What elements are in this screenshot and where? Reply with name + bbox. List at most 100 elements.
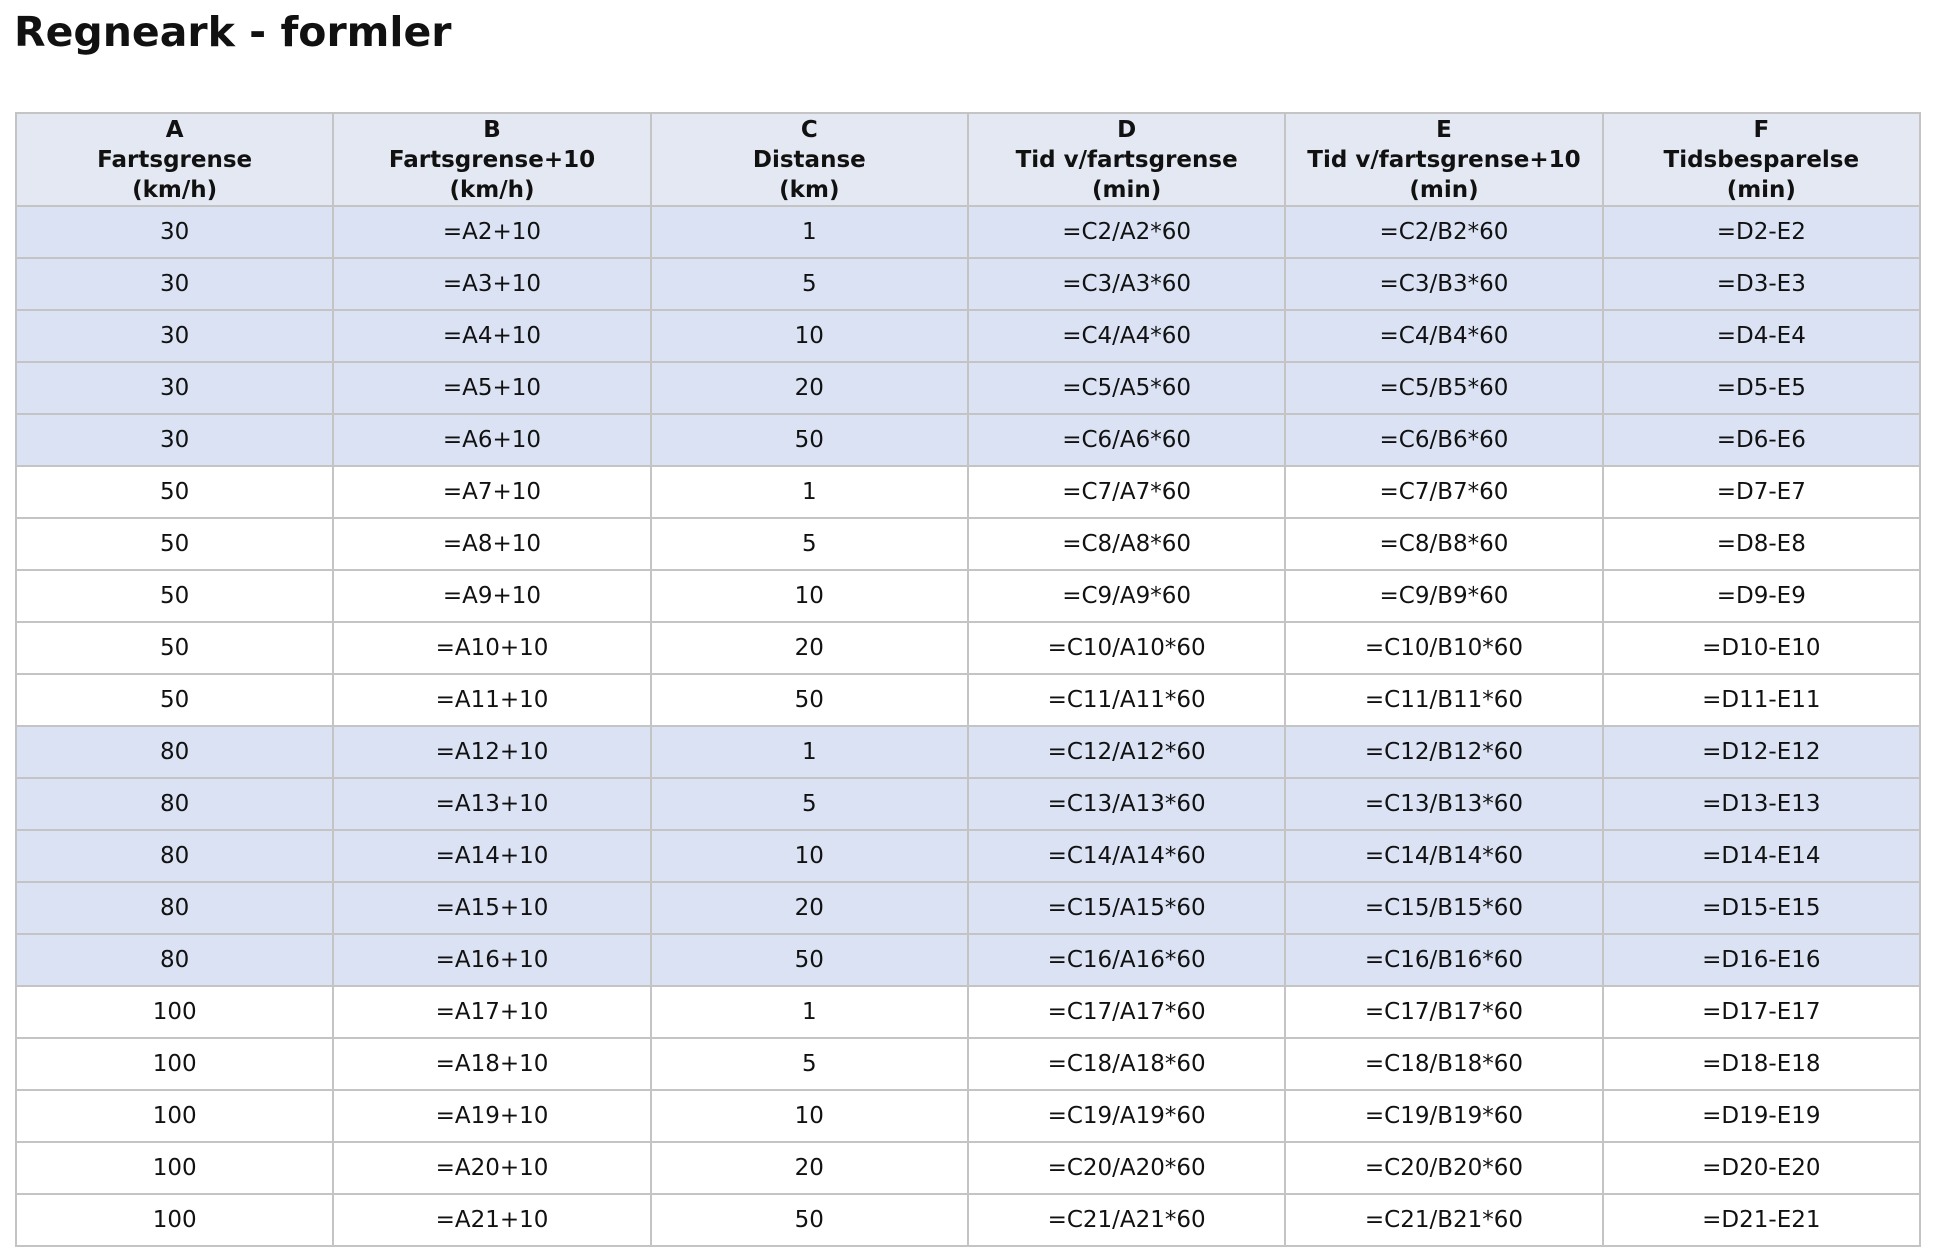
cell-e[interactable]: =C14/B14*60	[1284, 829, 1604, 883]
cell-d[interactable]: =C14/A14*60	[966, 829, 1287, 883]
cell-b[interactable]: =A18+10	[332, 1037, 652, 1091]
cell-b[interactable]: =A3+10	[332, 257, 652, 311]
cell-d[interactable]: =C6/A6*60	[966, 413, 1287, 467]
cell-f[interactable]: =D21-E21	[1601, 1193, 1922, 1247]
cell-b[interactable]: =A11+10	[332, 673, 652, 727]
cell-d[interactable]: =C2/A2*60	[966, 205, 1287, 259]
cell-f[interactable]: =D12-E12	[1601, 725, 1922, 779]
cell-e[interactable]: =C21/B21*60	[1284, 1193, 1604, 1247]
cell-a[interactable]: 80	[14, 933, 335, 987]
cell-b[interactable]: =A12+10	[332, 725, 652, 779]
cell-c[interactable]: 1	[649, 205, 969, 259]
cell-c[interactable]: 1	[649, 465, 969, 519]
cell-c[interactable]: 1	[649, 725, 969, 779]
cell-c[interactable]: 10	[649, 569, 969, 623]
cell-b[interactable]: =A20+10	[332, 1141, 652, 1195]
cell-a[interactable]: 80	[14, 881, 335, 935]
cell-e[interactable]: =C11/B11*60	[1284, 673, 1604, 727]
cell-c[interactable]: 50	[649, 413, 969, 467]
cell-b[interactable]: =A2+10	[332, 205, 652, 259]
cell-a[interactable]: 80	[14, 777, 335, 831]
cell-e[interactable]: =C20/B20*60	[1284, 1141, 1604, 1195]
cell-a[interactable]: 100	[14, 985, 335, 1039]
column-header-a[interactable]: A Fartsgrense (km/h)	[14, 112, 335, 207]
cell-b[interactable]: =A16+10	[332, 933, 652, 987]
cell-c[interactable]: 5	[649, 257, 969, 311]
cell-f[interactable]: =D6-E6	[1601, 413, 1922, 467]
cell-f[interactable]: =D16-E16	[1601, 933, 1922, 987]
cell-e[interactable]: =C18/B18*60	[1284, 1037, 1604, 1091]
cell-e[interactable]: =C17/B17*60	[1284, 985, 1604, 1039]
cell-b[interactable]: =A9+10	[332, 569, 652, 623]
cell-a[interactable]: 50	[14, 465, 335, 519]
cell-f[interactable]: =D18-E18	[1601, 1037, 1922, 1091]
cell-f[interactable]: =D8-E8	[1601, 517, 1922, 571]
cell-c[interactable]: 10	[649, 829, 969, 883]
cell-d[interactable]: =C3/A3*60	[966, 257, 1287, 311]
cell-a[interactable]: 100	[14, 1193, 335, 1247]
cell-d[interactable]: =C9/A9*60	[966, 569, 1287, 623]
cell-e[interactable]: =C6/B6*60	[1284, 413, 1604, 467]
cell-a[interactable]: 100	[14, 1089, 335, 1143]
cell-b[interactable]: =A5+10	[332, 361, 652, 415]
cell-d[interactable]: =C4/A4*60	[966, 309, 1287, 363]
cell-c[interactable]: 10	[649, 309, 969, 363]
cell-c[interactable]: 20	[649, 881, 969, 935]
cell-b[interactable]: =A10+10	[332, 621, 652, 675]
cell-f[interactable]: =D13-E13	[1601, 777, 1922, 831]
cell-f[interactable]: =D2-E2	[1601, 205, 1922, 259]
column-header-e[interactable]: E Tid v/fartsgrense+10 (min)	[1284, 112, 1604, 207]
cell-b[interactable]: =A6+10	[332, 413, 652, 467]
cell-c[interactable]: 50	[649, 933, 969, 987]
cell-e[interactable]: =C15/B15*60	[1284, 881, 1604, 935]
cell-f[interactable]: =D11-E11	[1601, 673, 1922, 727]
cell-c[interactable]: 50	[649, 673, 969, 727]
cell-f[interactable]: =D9-E9	[1601, 569, 1922, 623]
cell-d[interactable]: =C5/A5*60	[966, 361, 1287, 415]
cell-d[interactable]: =C17/A17*60	[966, 985, 1287, 1039]
cell-e[interactable]: =C3/B3*60	[1284, 257, 1604, 311]
cell-f[interactable]: =D3-E3	[1601, 257, 1922, 311]
cell-f[interactable]: =D5-E5	[1601, 361, 1922, 415]
cell-e[interactable]: =C8/B8*60	[1284, 517, 1604, 571]
cell-a[interactable]: 50	[14, 621, 335, 675]
cell-d[interactable]: =C21/A21*60	[966, 1193, 1287, 1247]
column-header-b[interactable]: B Fartsgrense+10 (km/h)	[332, 112, 652, 207]
cell-a[interactable]: 80	[14, 829, 335, 883]
cell-a[interactable]: 50	[14, 517, 335, 571]
cell-f[interactable]: =D4-E4	[1601, 309, 1922, 363]
cell-b[interactable]: =A19+10	[332, 1089, 652, 1143]
cell-d[interactable]: =C20/A20*60	[966, 1141, 1287, 1195]
cell-e[interactable]: =C5/B5*60	[1284, 361, 1604, 415]
cell-a[interactable]: 50	[14, 569, 335, 623]
cell-d[interactable]: =C10/A10*60	[966, 621, 1287, 675]
cell-b[interactable]: =A14+10	[332, 829, 652, 883]
cell-d[interactable]: =C16/A16*60	[966, 933, 1287, 987]
cell-d[interactable]: =C7/A7*60	[966, 465, 1287, 519]
cell-d[interactable]: =C11/A11*60	[966, 673, 1287, 727]
cell-d[interactable]: =C15/A15*60	[966, 881, 1287, 935]
cell-f[interactable]: =D20-E20	[1601, 1141, 1922, 1195]
cell-a[interactable]: 30	[14, 205, 335, 259]
cell-f[interactable]: =D10-E10	[1601, 621, 1922, 675]
cell-b[interactable]: =A7+10	[332, 465, 652, 519]
cell-f[interactable]: =D7-E7	[1601, 465, 1922, 519]
cell-c[interactable]: 1	[649, 985, 969, 1039]
column-header-d[interactable]: D Tid v/fartsgrense (min)	[966, 112, 1287, 207]
cell-e[interactable]: =C13/B13*60	[1284, 777, 1604, 831]
cell-c[interactable]: 20	[649, 621, 969, 675]
cell-f[interactable]: =D19-E19	[1601, 1089, 1922, 1143]
cell-b[interactable]: =A21+10	[332, 1193, 652, 1247]
cell-f[interactable]: =D15-E15	[1601, 881, 1922, 935]
cell-d[interactable]: =C13/A13*60	[966, 777, 1287, 831]
cell-b[interactable]: =A17+10	[332, 985, 652, 1039]
cell-b[interactable]: =A15+10	[332, 881, 652, 935]
cell-e[interactable]: =C16/B16*60	[1284, 933, 1604, 987]
cell-a[interactable]: 80	[14, 725, 335, 779]
cell-f[interactable]: =D14-E14	[1601, 829, 1922, 883]
cell-d[interactable]: =C8/A8*60	[966, 517, 1287, 571]
cell-a[interactable]: 30	[14, 257, 335, 311]
cell-e[interactable]: =C9/B9*60	[1284, 569, 1604, 623]
cell-c[interactable]: 50	[649, 1193, 969, 1247]
cell-c[interactable]: 5	[649, 777, 969, 831]
